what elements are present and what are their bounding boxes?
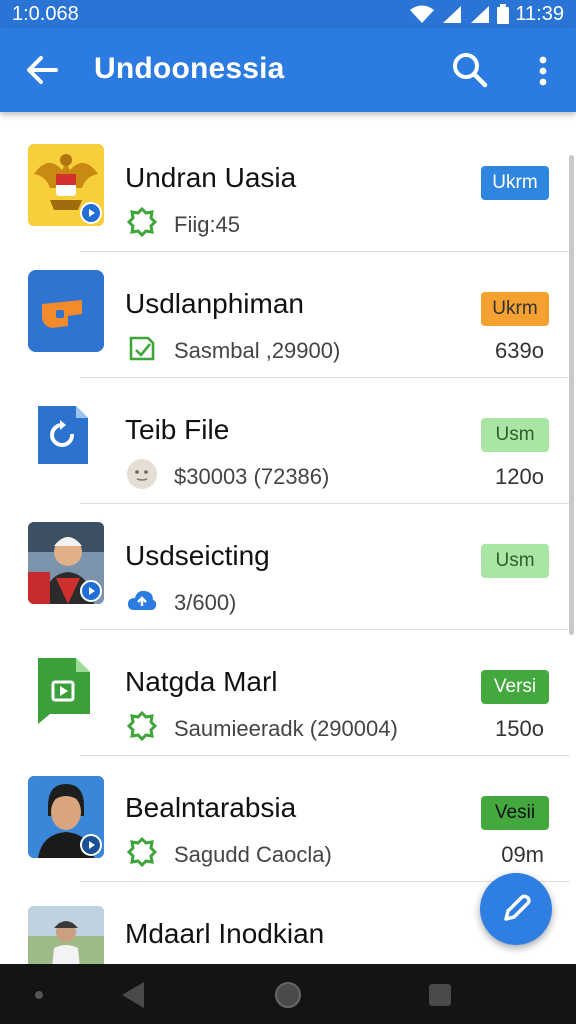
smiley-icon [127,459,157,489]
signal-icon-2 [471,6,490,23]
item-subtitle: Fiig:45 [174,212,241,237]
item-title: Usdseicting [125,540,270,571]
search-button[interactable] [450,50,490,90]
item-subtitle: Sasmbal ,29900) [174,338,341,363]
sync-badge-icon [126,836,158,868]
item-meta: 120o [495,464,544,489]
list-item[interactable]: Undran Uasia Fiig:45 Ukrm [0,126,576,252]
page-title: Undoonessia [94,52,285,85]
arrow-left-icon [27,56,58,84]
edit-fab-button[interactable] [480,873,552,945]
item-subtitle: Saumieeradk (290004) [174,716,398,741]
item-title: Natgda Marl [125,666,278,697]
file-thumbnail [36,656,92,726]
status-badge: Vesii [481,796,549,830]
scrollbar[interactable] [569,155,574,635]
battery-icon [497,4,510,24]
item-subtitle: Sagudd Caocla) [174,842,332,867]
more-vertical-icon [539,56,547,86]
item-title: Undran Uasia [125,162,297,193]
circle-home-icon[interactable] [273,980,303,1010]
list-item[interactable]: Usdseicting 3/600) Usm [0,504,576,630]
doc-check-icon [129,336,155,361]
app-thumbnail [28,270,104,352]
refresh-file-icon [38,406,88,464]
sync-badge-icon [126,710,158,742]
item-subtitle: $30003 (72386) [174,464,330,489]
whistle-app-icon [28,270,104,352]
emblem-thumbnail [28,144,104,226]
item-meta: 150o [495,716,544,741]
signal-icon [443,6,462,23]
cloud-upload-icon [128,590,157,610]
status-icons: 11:39 [409,3,564,26]
list-item[interactable]: Natgda Marl Saumieeradk (290004) Versi 1… [0,630,576,756]
person-photo-icon [28,906,104,964]
list-item[interactable]: Teib File $30003 (72386) Usm 120o [0,378,576,504]
edit-icon [504,894,531,921]
sync-badge-icon [126,206,158,238]
item-title: Usdlanphiman [125,288,304,319]
play-badge-icon [80,202,102,224]
list-item[interactable]: Bealntarabsia Sagudd Caocla) Vesii 09m [0,756,576,882]
item-title: Mdaarl Inodkian [125,918,325,949]
status-time-left: 1:0.068 [12,2,79,25]
item-title: Bealntarabsia [125,792,297,823]
square-recents-icon[interactable] [427,982,453,1008]
wifi-icon [410,5,435,23]
triangle-back-icon[interactable] [120,980,146,1010]
item-meta: 09m [501,842,544,867]
list-item[interactable]: Usdlanphiman Sasmbal ,29900) Ukrm 639o [0,252,576,378]
photo-thumbnail [28,522,104,604]
file-thumbnail [36,404,90,466]
file-list: Undran Uasia Fiig:45 Ukrm Usdlanphiman S… [0,112,576,964]
item-meta: 639o [495,338,544,363]
video-file-icon [38,658,90,724]
system-nav-bar [0,964,576,1024]
app-bar: Undoonessia [0,28,576,112]
status-badge: Ukrm [481,166,549,200]
photo-thumbnail [28,906,104,964]
play-badge-icon [80,834,102,856]
dot-indicator-icon [35,991,43,999]
status-badge: Usm [481,418,549,452]
status-badge: Versi [481,670,549,704]
item-title: Teib File [125,414,230,445]
more-options-button[interactable] [528,52,558,92]
status-badge: Usm [481,544,549,578]
photo-thumbnail [28,776,104,858]
search-icon [453,53,488,88]
play-badge-icon [80,580,102,602]
item-subtitle: 3/600) [174,590,237,615]
status-bar: 1:0.068 11:39 [0,0,576,28]
back-button[interactable] [22,50,62,90]
status-time-right: 11:39 [515,2,564,25]
status-badge: Ukrm [481,292,549,326]
